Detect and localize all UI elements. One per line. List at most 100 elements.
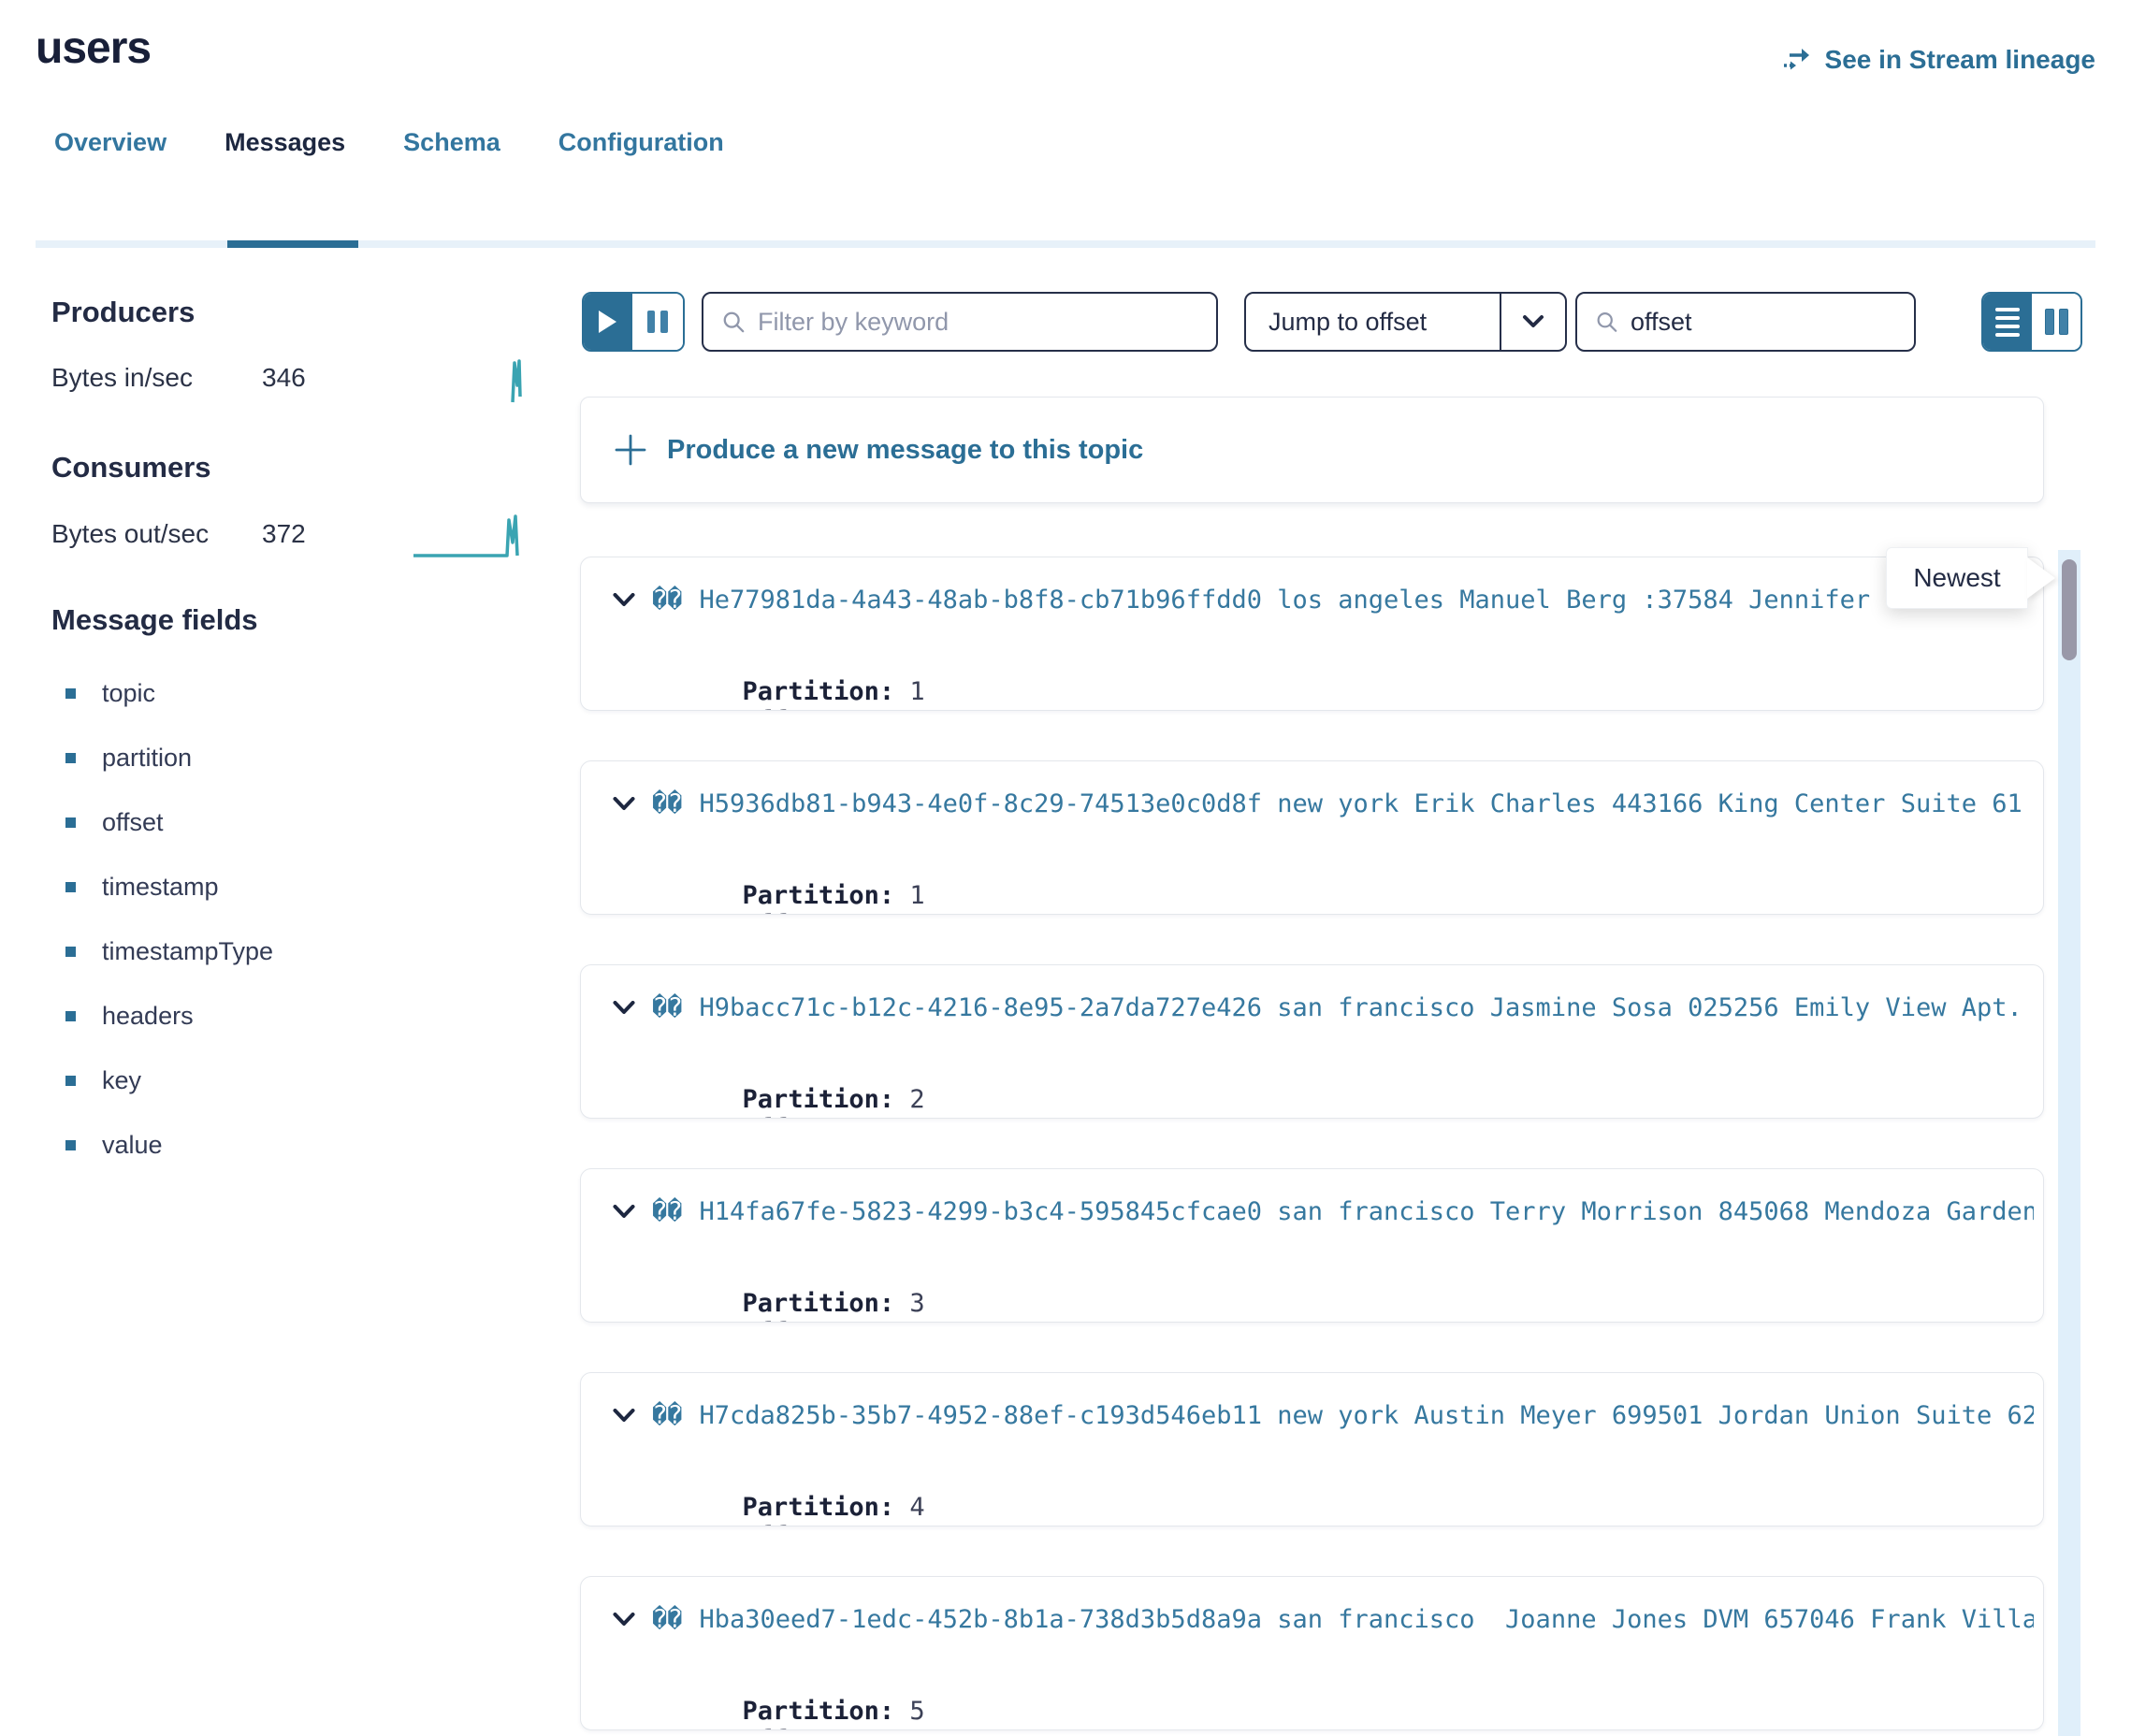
- message-field-item-offset[interactable]: offset: [65, 810, 273, 835]
- message-summary-row[interactable]: �� H14fa67fe-5823-4299-b3c4-595845cfcae0…: [613, 1197, 2034, 1226]
- message-summary-text: He77981da-4a43-48ab-b8f8-cb71b96ffdd0 lo…: [700, 586, 1993, 615]
- field-bullet-icon: [65, 753, 76, 763]
- field-bullet-icon: [65, 688, 76, 699]
- tab-messages[interactable]: Messages: [225, 128, 345, 166]
- offset-value: 120: [864, 706, 910, 711]
- producers-metric-row: Bytes in/sec 346: [51, 363, 482, 393]
- scrollbar-track[interactable]: [2058, 550, 2080, 1736]
- list-view-button[interactable]: [1983, 294, 2032, 350]
- play-icon: [599, 311, 617, 333]
- message-card: �� H7cda825b-35b7-4952-88ef-c193d546eb11…: [580, 1372, 2044, 1526]
- message-field-item-topic[interactable]: topic: [65, 681, 273, 706]
- produce-message-label: Produce a new message to this topic: [667, 435, 1143, 466]
- message-summary-text: H5936db81-b943-4e0f-8c29-74513e0c0d8f ne…: [700, 789, 2034, 818]
- message-fields-heading: Message fields: [51, 603, 258, 637]
- message-summary-row[interactable]: �� He77981da-4a43-48ab-b8f8-cb71b96ffdd0…: [613, 586, 2034, 615]
- message-summary-row[interactable]: �� H5936db81-b943-4e0f-8c29-74513e0c0d8f…: [613, 789, 2034, 818]
- message-meta-row: Partition: 1 Offset: 119 Timestamp: 1659…: [651, 852, 1171, 915]
- partition-value: 4: [909, 1493, 924, 1522]
- partition-value: 2: [909, 1085, 924, 1114]
- produce-message-button[interactable]: Produce a new message to this topic: [580, 397, 2044, 503]
- lineage-link-label: See in Stream lineage: [1825, 45, 2095, 75]
- offset-value: 163: [864, 1726, 910, 1730]
- scrollbar-thumb[interactable]: [2062, 559, 2077, 660]
- message-key-glyphs: ��: [652, 1197, 683, 1226]
- filter-input-wrapper: [702, 292, 1218, 352]
- message-fields-list: topic partition offset timestamp timestampTy…: [65, 681, 273, 1197]
- message-summary-text: H14fa67fe-5823-4299-b3c4-595845cfcae0 sa…: [700, 1197, 2034, 1226]
- consumers-heading: Consumers: [51, 451, 211, 485]
- message-field-item-headers[interactable]: headers: [65, 1004, 273, 1029]
- stream-control-group: [582, 292, 685, 352]
- message-card: �� H5936db81-b943-4e0f-8c29-74513e0c0d8f…: [580, 760, 2044, 915]
- partition-value: 1: [909, 881, 924, 910]
- filter-keyword-input[interactable]: [758, 308, 1197, 337]
- offset-search-input[interactable]: [1631, 308, 1895, 337]
- expand-chevron-icon: [613, 1205, 635, 1219]
- message-key-glyphs: ��: [652, 586, 683, 615]
- field-bullet-icon: [65, 1011, 76, 1021]
- newest-tooltip-label: Newest: [1913, 563, 2000, 593]
- tab-schema[interactable]: Schema: [403, 128, 500, 166]
- message-key-glyphs: ��: [652, 789, 683, 818]
- tab-bar: Overview Messages Schema Configuration: [54, 128, 724, 166]
- partition-value: 5: [909, 1697, 924, 1726]
- expand-chevron-icon: [613, 1409, 635, 1423]
- field-label: offset: [102, 808, 164, 837]
- message-summary-row[interactable]: �� H9bacc71c-b12c-4216-8e95-2a7da727e426…: [613, 993, 2034, 1022]
- column-view-icon: [2045, 309, 2054, 335]
- bytes-out-value: 372: [262, 519, 306, 549]
- offset-search-wrapper: [1575, 292, 1916, 352]
- field-bullet-icon: [65, 1076, 76, 1086]
- offset-value: 127: [864, 1522, 910, 1526]
- tab-underline-track: [36, 240, 2095, 248]
- pause-icon: [660, 311, 668, 333]
- chevron-down-icon: [1522, 315, 1544, 328]
- list-view-icon: [1995, 308, 2020, 311]
- search-icon: [722, 310, 745, 334]
- tab-configuration[interactable]: Configuration: [558, 128, 724, 166]
- field-bullet-icon: [65, 882, 76, 892]
- expand-chevron-icon: [613, 593, 635, 607]
- field-label: headers: [102, 1002, 194, 1031]
- message-summary-text: Hba30eed7-1edc-452b-8b1a-738d3b5d8a9a sa…: [700, 1605, 2034, 1634]
- message-field-item-partition[interactable]: partition: [65, 745, 273, 771]
- message-key-glyphs: ��: [652, 1605, 683, 1634]
- message-field-item-value[interactable]: value: [65, 1133, 273, 1158]
- message-meta-row: Partition: 5 Offset: 163 Timestamp: 1659…: [651, 1668, 1171, 1730]
- pause-icon: [647, 311, 655, 333]
- offset-value: 167: [864, 1114, 910, 1119]
- message-summary-row[interactable]: �� H7cda825b-35b7-4952-88ef-c193d546eb11…: [613, 1401, 2034, 1430]
- offset-value: 141: [864, 1318, 910, 1323]
- expand-chevron-icon: [613, 1613, 635, 1627]
- see-in-stream-lineage-link[interactable]: See in Stream lineage: [1782, 45, 2095, 75]
- message-meta-row: Partition: 2 Offset: 167 Timestamp: 1659…: [651, 1056, 1171, 1119]
- jump-to-offset-select[interactable]: Jump to offset: [1244, 292, 1567, 352]
- field-bullet-icon: [65, 1140, 76, 1150]
- column-view-button[interactable]: [2032, 294, 2080, 350]
- expand-chevron-icon: [613, 797, 635, 811]
- tab-overview[interactable]: Overview: [54, 128, 167, 166]
- message-card: �� H14fa67fe-5823-4299-b3c4-595845cfcae0…: [580, 1168, 2044, 1323]
- message-field-item-timestamp[interactable]: timestamp: [65, 875, 273, 900]
- play-button[interactable]: [584, 294, 632, 350]
- message-key-glyphs: ��: [652, 1401, 683, 1430]
- message-field-item-key[interactable]: key: [65, 1068, 273, 1093]
- newest-tooltip: Newest: [1886, 547, 2028, 609]
- partition-value: 3: [909, 1289, 924, 1318]
- message-meta-row: Partition: 1 Offset: 120 Timestamp: 1659…: [651, 648, 1171, 711]
- field-label: partition: [102, 744, 192, 773]
- lineage-arrows-icon: [1782, 46, 1814, 74]
- pause-button[interactable]: [632, 294, 683, 350]
- message-field-item-timestampType[interactable]: timestampType: [65, 939, 273, 964]
- expand-chevron-icon: [613, 1001, 635, 1015]
- message-summary-text: H7cda825b-35b7-4952-88ef-c193d546eb11 ne…: [700, 1401, 2034, 1430]
- view-toggle-group: [1981, 292, 2082, 352]
- message-summary-row[interactable]: �� Hba30eed7-1edc-452b-8b1a-738d3b5d8a9a…: [613, 1605, 2034, 1634]
- partition-value: 1: [909, 677, 924, 706]
- message-card: �� He77981da-4a43-48ab-b8f8-cb71b96ffdd0…: [580, 557, 2044, 711]
- message-card: �� Hba30eed7-1edc-452b-8b1a-738d3b5d8a9a…: [580, 1576, 2044, 1730]
- select-divider: [1500, 294, 1565, 350]
- field-label: key: [102, 1066, 141, 1095]
- offset-value: 119: [864, 910, 910, 915]
